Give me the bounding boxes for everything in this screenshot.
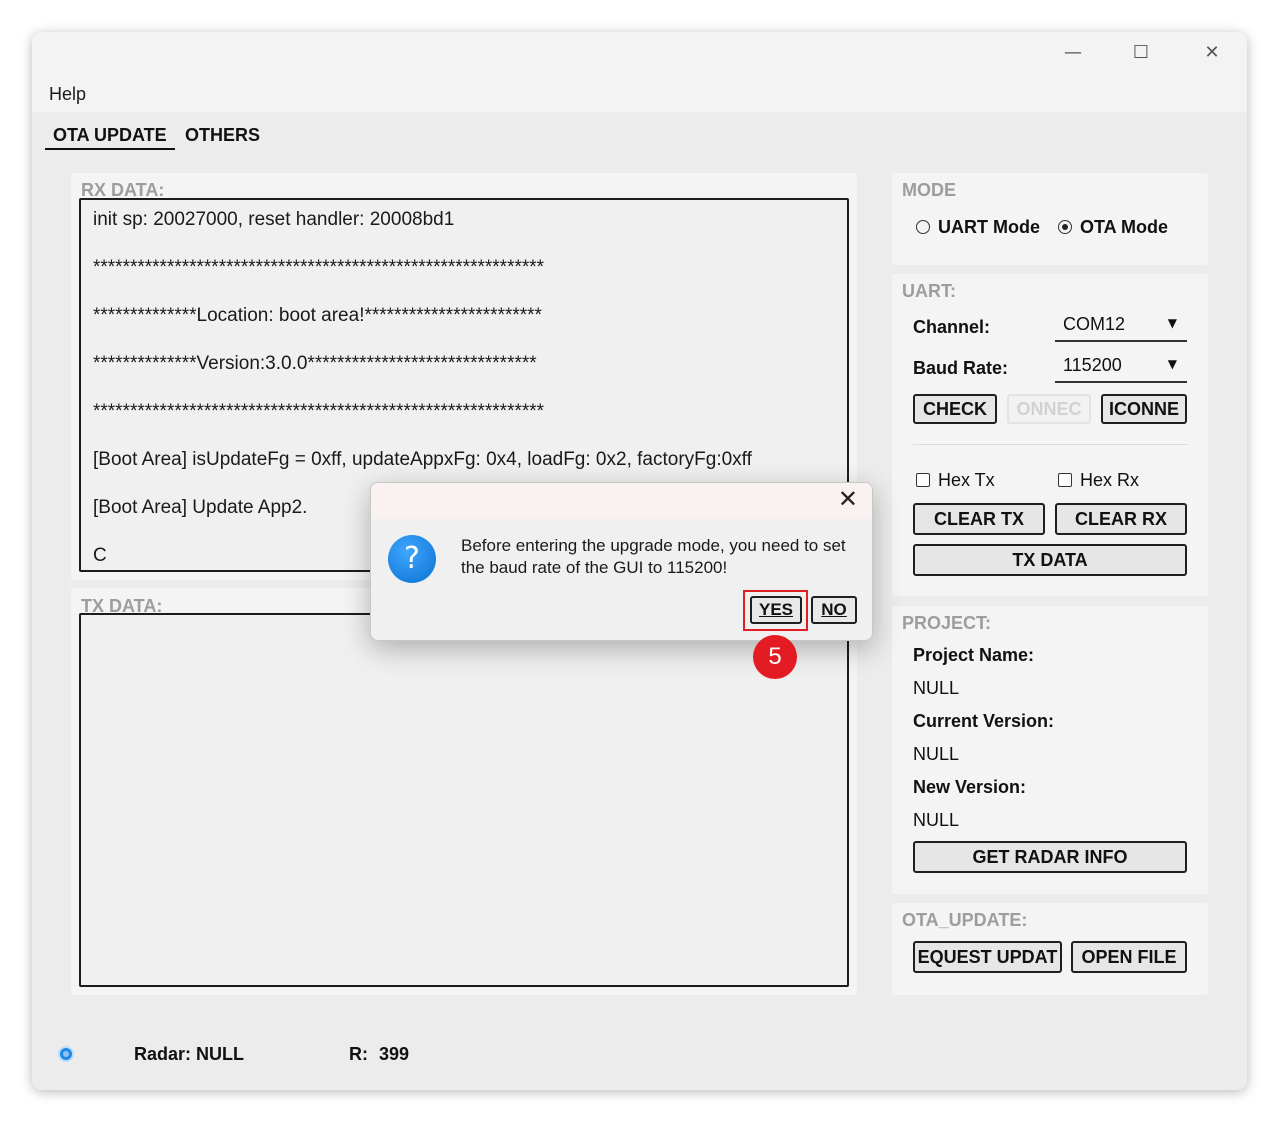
request-update-button[interactable]: EQUEST UPDAT xyxy=(913,941,1062,973)
chevron-down-icon: ▼ xyxy=(1167,316,1177,330)
mode-title: MODE xyxy=(902,180,956,200)
title-bar: — ☐ ✕ xyxy=(32,32,1247,74)
disconnect-button[interactable]: ICONNE xyxy=(1101,394,1187,424)
hex-rx-checkbox[interactable] xyxy=(1058,473,1072,487)
step-badge: 5 xyxy=(753,635,797,679)
project-name-label: Project Name: xyxy=(913,645,1035,665)
clear-rx-button[interactable]: CLEAR RX xyxy=(1055,503,1187,535)
baud-rate-value: 115200 xyxy=(1063,355,1122,375)
channel-value: COM12 xyxy=(1063,314,1126,334)
channel-select[interactable]: COM12 ▼ xyxy=(1055,312,1187,342)
rx-line: ****************************************… xyxy=(93,401,545,422)
uart-title: UART: xyxy=(902,281,956,301)
hex-rx-label[interactable]: Hex Rx xyxy=(1080,470,1139,491)
rx-line: **************Version:3.0.0*************… xyxy=(93,353,537,374)
dialog-message: Before entering the upgrade mode, you ne… xyxy=(461,536,846,577)
clear-tx-button[interactable]: CLEAR TX xyxy=(913,503,1045,535)
tx-textbox[interactable] xyxy=(79,613,849,987)
channel-label: Channel: xyxy=(913,317,991,337)
hex-tx-label[interactable]: Hex Tx xyxy=(938,470,995,491)
new-version-label: New Version: xyxy=(913,777,1027,797)
question-icon: ? xyxy=(388,535,436,583)
r-value: 399 xyxy=(379,1044,410,1064)
ota-mode-label[interactable]: OTA Mode xyxy=(1080,217,1168,238)
ota-update-title: OTA_UPDATE: xyxy=(902,910,1028,930)
project-name-value: NULL xyxy=(913,678,960,698)
no-button[interactable]: NO xyxy=(811,596,857,624)
rx-line: init sp: 20027000, reset handler: 20008b… xyxy=(93,209,455,230)
current-version-label: Current Version: xyxy=(913,711,1055,731)
project-title: PROJECT: xyxy=(902,613,992,633)
uart-mode-label[interactable]: UART Mode xyxy=(938,217,1040,238)
minimize-icon[interactable]: — xyxy=(1058,40,1088,66)
rx-line: C xyxy=(93,545,107,566)
open-file-button[interactable]: OPEN FILE xyxy=(1071,941,1187,973)
yes-button-highlight xyxy=(743,590,808,631)
menu-bar: Help xyxy=(32,74,1247,112)
status-indicator-icon xyxy=(58,1046,74,1062)
current-version-value: NULL xyxy=(913,744,960,764)
tx-data-button[interactable]: TX DATA xyxy=(913,544,1187,576)
connect-button[interactable]: ONNEC xyxy=(1007,394,1091,424)
check-button[interactable]: CHECK xyxy=(913,394,997,424)
new-version-value: NULL xyxy=(913,810,960,830)
uart-divider xyxy=(913,444,1187,445)
maximize-icon[interactable]: ☐ xyxy=(1126,40,1156,66)
tab-others[interactable]: OTHERS xyxy=(185,125,260,146)
tab-ota-update[interactable]: OTA UPDATE xyxy=(45,125,175,150)
get-radar-info-button[interactable]: GET RADAR INFO xyxy=(913,841,1187,873)
close-icon[interactable]: ✕ xyxy=(1197,40,1227,66)
radar-value: NULL xyxy=(196,1044,244,1064)
uart-mode-radio[interactable] xyxy=(916,220,930,234)
dialog-title-bar: ✕ xyxy=(371,483,872,519)
baud-rate-label: Baud Rate: xyxy=(913,358,1009,378)
chevron-down-icon: ▼ xyxy=(1167,357,1177,371)
baud-rate-select[interactable]: 115200 ▼ xyxy=(1055,353,1187,383)
rx-line: ****************************************… xyxy=(93,257,545,278)
hex-tx-checkbox[interactable] xyxy=(916,473,930,487)
r-label: R: xyxy=(349,1044,368,1064)
rx-line: [Boot Area] isUpdateFg = 0xff, updateApp… xyxy=(93,449,752,470)
ota-mode-radio[interactable] xyxy=(1058,220,1072,234)
dialog-close-icon[interactable]: ✕ xyxy=(838,485,858,513)
rx-line: **************Location: boot area!******… xyxy=(93,305,542,326)
rx-line: [Boot Area] Update App2. xyxy=(93,497,308,518)
menu-help[interactable]: Help xyxy=(49,84,86,105)
radar-label: Radar: xyxy=(134,1044,192,1064)
